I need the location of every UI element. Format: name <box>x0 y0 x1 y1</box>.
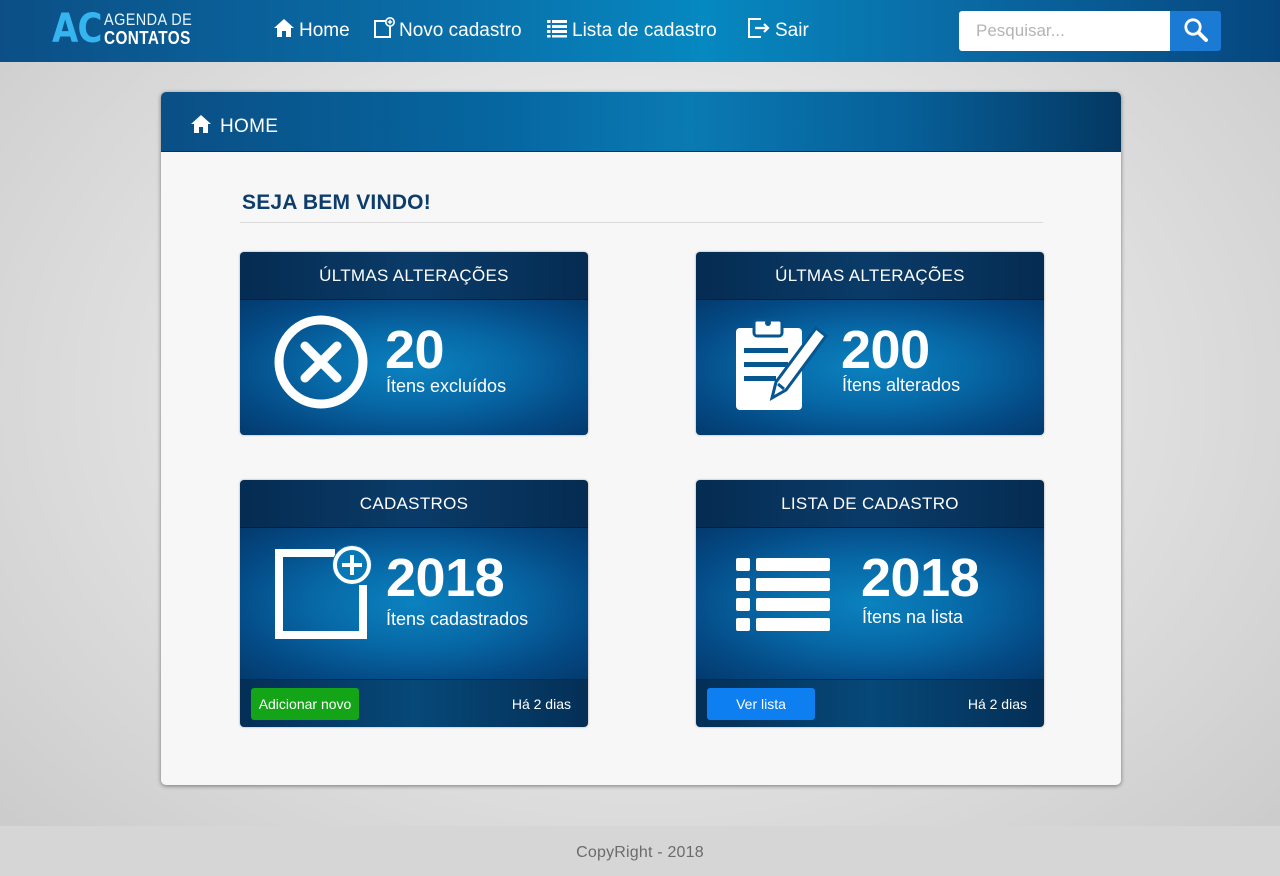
card-label: Ítens na lista <box>862 607 964 627</box>
list-icon <box>546 18 572 44</box>
card-footer: Ver lista Há 2 dias <box>696 679 1044 727</box>
card-count: 200 <box>841 320 930 380</box>
card-count: 2018 <box>861 548 980 608</box>
copyright-text: CopyRight - 2018 <box>576 844 704 861</box>
page-title: HOME <box>220 115 279 137</box>
view-list-button[interactable]: Ver lista <box>707 688 815 720</box>
card-header: ÚLTMAS ALTERAÇÕES <box>240 252 588 300</box>
card-count: 2018 <box>386 548 505 608</box>
card-header: LISTA DE CADASTRO <box>696 480 1044 528</box>
page-footer: CopyRight - 2018 <box>0 826 1280 876</box>
search-input[interactable] <box>959 11 1171 51</box>
logo-initials: AC <box>52 6 102 52</box>
card-footer: Adicionar novo Há 2 dias <box>240 679 588 727</box>
nav-item-label: Home <box>299 20 350 41</box>
delete-circle-icon <box>273 314 369 415</box>
search-icon <box>1183 17 1209 46</box>
panel-header: HOME <box>161 92 1121 152</box>
nav-item-label: Lista de cadastro <box>572 20 717 41</box>
welcome-heading: SEJA BEM VINDO! <box>242 191 431 214</box>
card-header: CADASTROS <box>240 480 588 528</box>
card-count: 20 <box>385 320 445 380</box>
nav-item-list[interactable]: Lista de cadastro <box>546 18 717 44</box>
home-panel: HOME SEJA BEM VINDO! ÚLTMAS ALTERAÇÕES 2… <box>161 92 1121 785</box>
card-header: ÚLTMAS ALTERAÇÕES <box>696 252 1044 300</box>
nav-item-new-record[interactable]: Novo cadastro <box>373 17 522 45</box>
card-timestamp: Há 2 dias <box>967 696 1027 712</box>
top-navbar: AC AGENDA DE CONTATOS Home Novo cadastro… <box>0 0 1280 62</box>
logo-line-2: CONTATOS <box>104 28 191 48</box>
logo-line-1: AGENDA DE <box>104 10 193 29</box>
clipboard-edit-icon <box>734 314 830 417</box>
search-button[interactable] <box>1170 11 1221 51</box>
nav-item-label: Sair <box>775 20 809 41</box>
card-altered-items: ÚLTMAS ALTERAÇÕES 200 Ítens alterados <box>696 252 1044 435</box>
card-deleted-items: ÚLTMAS ALTERAÇÕES 20 Ítens excluídos <box>240 252 588 435</box>
nav-item-label: Novo cadastro <box>399 20 522 41</box>
card-registrations: CADASTROS 2018 Ítens cadastrados Adicion… <box>240 480 588 727</box>
card-label: Ítens alterados <box>842 375 961 395</box>
list-icon <box>735 558 831 637</box>
card-label: Ítens excluídos <box>386 376 507 396</box>
new-record-icon <box>373 17 399 45</box>
logout-icon <box>747 17 775 45</box>
nav-item-home[interactable]: Home <box>273 18 350 44</box>
add-square-icon <box>273 543 373 646</box>
home-icon <box>273 18 299 44</box>
card-timestamp: Há 2 dias <box>511 696 571 712</box>
home-icon <box>190 114 212 139</box>
add-new-button[interactable]: Adicionar novo <box>251 688 359 720</box>
nav-item-logout[interactable]: Sair <box>747 18 809 44</box>
card-list: LISTA DE CADASTRO 2018 Ítens na lista Ve… <box>696 480 1044 727</box>
card-label: Ítens cadastrados <box>386 609 529 629</box>
divider <box>240 222 1043 223</box>
